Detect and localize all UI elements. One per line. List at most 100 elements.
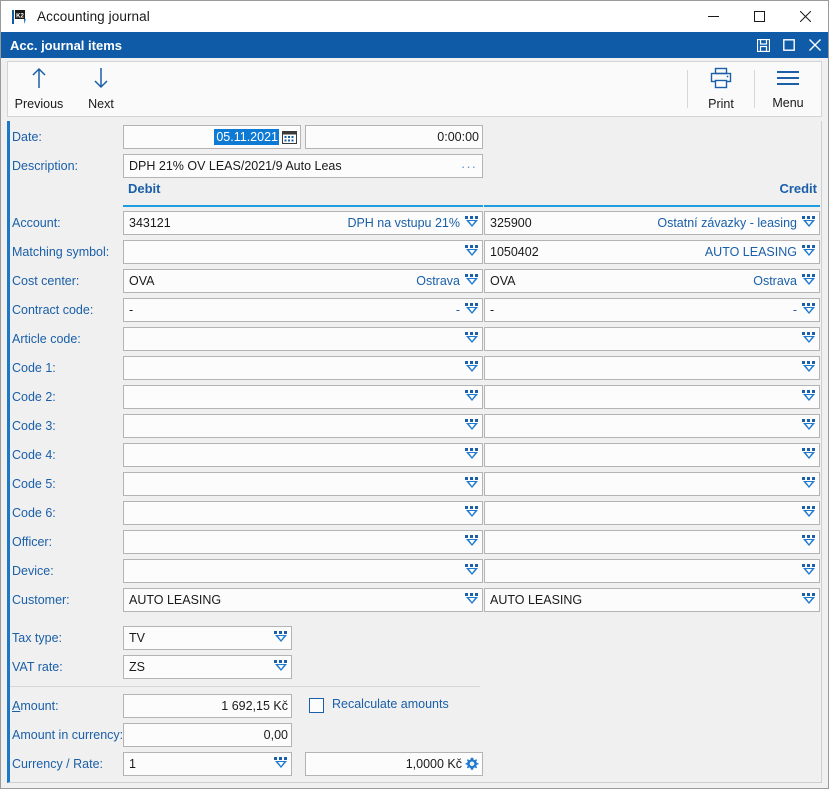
customer-credit-input[interactable]: AUTO LEASING xyxy=(484,588,820,612)
accounting-journal-window: K2 Accounting journal Acc. journal items xyxy=(0,0,829,789)
contract-code-debit-code: - xyxy=(129,303,133,317)
lookup-dropdown-icon[interactable] xyxy=(802,592,816,608)
vat-rate-input[interactable]: ZS xyxy=(123,655,292,679)
recalculate-amounts-checkbox[interactable] xyxy=(309,698,324,713)
lookup-dropdown-icon[interactable] xyxy=(465,418,479,434)
lookup-dropdown-icon[interactable] xyxy=(802,302,816,318)
contract-code-debit-input[interactable]: -- xyxy=(123,298,483,322)
print-button[interactable]: Print xyxy=(688,62,754,116)
code-4-credit-input[interactable] xyxy=(484,443,820,467)
calendar-icon[interactable] xyxy=(282,130,297,145)
code-1-credit-input[interactable] xyxy=(484,356,820,380)
lookup-dropdown-icon[interactable] xyxy=(465,592,479,608)
description-more-icon[interactable]: ··· xyxy=(461,159,479,174)
officer-credit-input[interactable] xyxy=(484,530,820,554)
lookup-dropdown-icon[interactable] xyxy=(465,331,479,347)
description-label: Description: xyxy=(10,154,126,178)
cost-center-credit-input[interactable]: OVAOstrava xyxy=(484,269,820,293)
contract-code-credit-input[interactable]: -- xyxy=(484,298,820,322)
account-credit-desc: Ostatní závazky - leasing xyxy=(657,216,800,230)
cost-center-debit-code: OVA xyxy=(129,274,154,288)
lookup-dropdown-icon[interactable] xyxy=(465,389,479,405)
matching-symbol-credit-input[interactable]: 1050402AUTO LEASING xyxy=(484,240,820,264)
lookup-dropdown-icon[interactable] xyxy=(274,659,288,675)
lookup-dropdown-icon[interactable] xyxy=(465,244,479,260)
officer-debit-input[interactable] xyxy=(123,530,483,554)
restore-icon[interactable] xyxy=(776,32,802,58)
lookup-dropdown-icon[interactable] xyxy=(465,302,479,318)
lookup-dropdown-icon[interactable] xyxy=(802,476,816,492)
matching-symbol-debit-input[interactable] xyxy=(123,240,483,264)
lookup-dropdown-icon[interactable] xyxy=(802,563,816,579)
lookup-dropdown-icon[interactable] xyxy=(465,447,479,463)
account-label: Account: xyxy=(10,211,126,235)
article-code-debit-input[interactable] xyxy=(123,327,483,351)
lookup-dropdown-icon[interactable] xyxy=(802,360,816,376)
lookup-dropdown-icon[interactable] xyxy=(802,505,816,521)
code-1-debit-input[interactable] xyxy=(123,356,483,380)
k2-logo-icon: K2 xyxy=(11,8,29,26)
lookup-dropdown-icon[interactable] xyxy=(802,447,816,463)
amount-input[interactable]: 1 692,15 Kč xyxy=(123,694,292,718)
lookup-dropdown-icon[interactable] xyxy=(802,389,816,405)
code-2-credit-input[interactable] xyxy=(484,385,820,409)
account-debit-input[interactable]: 343121DPH na vstupu 21% xyxy=(123,211,483,235)
lookup-dropdown-icon[interactable] xyxy=(465,215,479,231)
tax-type-input[interactable]: TV xyxy=(123,626,292,650)
date-input[interactable]: 05.11.2021 xyxy=(123,125,301,149)
lookup-dropdown-icon[interactable] xyxy=(274,756,288,772)
gear-icon[interactable] xyxy=(465,757,479,771)
previous-button[interactable]: Previous xyxy=(8,62,70,116)
amount-in-currency-input[interactable]: 0,00 xyxy=(123,723,292,747)
contract-code-label: Contract code: xyxy=(10,298,126,322)
previous-label: Previous xyxy=(15,97,64,111)
code-5-credit-input[interactable] xyxy=(484,472,820,496)
code-5-debit-input[interactable] xyxy=(123,472,483,496)
lookup-dropdown-icon[interactable] xyxy=(274,630,288,646)
description-value: DPH 21% OV LEAS/2021/9 Auto Leas xyxy=(129,159,342,173)
journal-form: Date: 05.11.2021 0:00:00 Description: DP… xyxy=(7,121,822,783)
code-4-debit-input[interactable] xyxy=(123,443,483,467)
article-code-credit-input[interactable] xyxy=(484,327,820,351)
lookup-dropdown-icon[interactable] xyxy=(465,505,479,521)
date-label: Date: xyxy=(10,125,126,149)
code-3-credit-input[interactable] xyxy=(484,414,820,438)
description-input[interactable]: DPH 21% OV LEAS/2021/9 Auto Leas ··· xyxy=(123,154,483,178)
window-maximize-button[interactable] xyxy=(736,1,782,32)
lookup-dropdown-icon[interactable] xyxy=(802,418,816,434)
svg-text:K2: K2 xyxy=(16,13,24,19)
code-6-credit-input[interactable] xyxy=(484,501,820,525)
lookup-dropdown-icon[interactable] xyxy=(802,244,816,260)
lookup-dropdown-icon[interactable] xyxy=(802,534,816,550)
lookup-dropdown-icon[interactable] xyxy=(802,273,816,289)
lookup-dropdown-icon[interactable] xyxy=(465,534,479,550)
cost-center-label: Cost center: xyxy=(10,269,126,293)
lookup-dropdown-icon[interactable] xyxy=(465,360,479,376)
save-icon[interactable] xyxy=(750,32,776,58)
lookup-dropdown-icon[interactable] xyxy=(802,215,816,231)
account-credit-input[interactable]: 325900Ostatní závazky - leasing xyxy=(484,211,820,235)
code-6-debit-input[interactable] xyxy=(123,501,483,525)
code-3-debit-input[interactable] xyxy=(123,414,483,438)
rate-input[interactable]: 1,0000 Kč xyxy=(305,752,483,776)
account-debit-code: 343121 xyxy=(129,216,171,230)
device-debit-input[interactable] xyxy=(123,559,483,583)
menu-button[interactable]: Menu xyxy=(755,62,821,116)
code-2-debit-input[interactable] xyxy=(123,385,483,409)
cost-center-debit-input[interactable]: OVAOstrava xyxy=(123,269,483,293)
tax-type-label: Tax type: xyxy=(10,626,126,650)
window-minimize-button[interactable] xyxy=(690,1,736,32)
customer-debit-input[interactable]: AUTO LEASING xyxy=(123,588,483,612)
app-header-title: Acc. journal items xyxy=(10,38,122,53)
lookup-dropdown-icon[interactable] xyxy=(465,273,479,289)
next-button[interactable]: Next xyxy=(70,62,132,116)
close-icon[interactable] xyxy=(802,32,828,58)
main-toolbar: Previous Next Print xyxy=(7,61,822,117)
lookup-dropdown-icon[interactable] xyxy=(802,331,816,347)
currency-input[interactable]: 1 xyxy=(123,752,292,776)
lookup-dropdown-icon[interactable] xyxy=(465,476,479,492)
device-credit-input[interactable] xyxy=(484,559,820,583)
lookup-dropdown-icon[interactable] xyxy=(465,563,479,579)
window-close-button[interactable] xyxy=(782,1,828,32)
time-input[interactable]: 0:00:00 xyxy=(305,125,483,149)
